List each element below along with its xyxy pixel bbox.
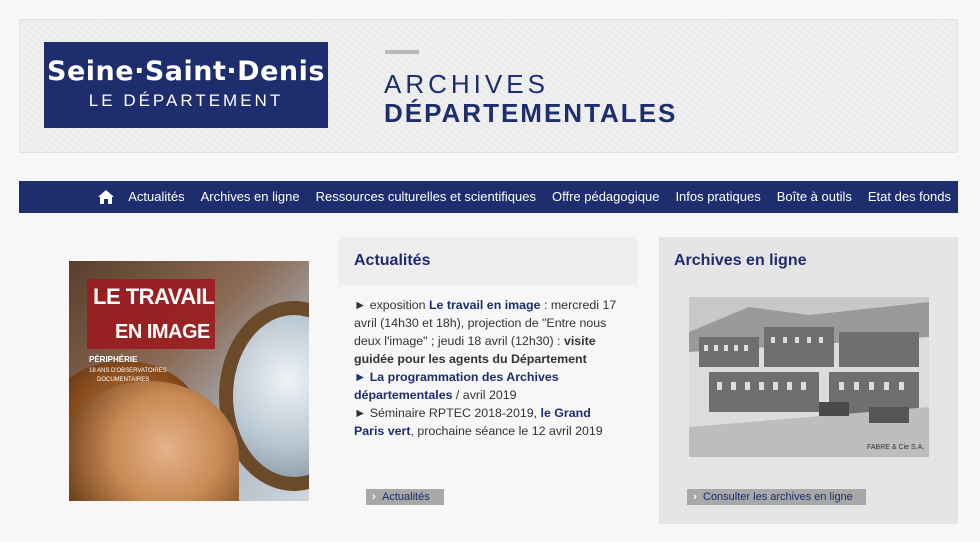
- news-item: ► Séminaire RPTEC 2018-2019, le Grand Pa…: [354, 406, 603, 438]
- nav-item-archives-en-ligne[interactable]: Archives en ligne: [201, 181, 300, 213]
- actualites-header: Actualités: [339, 237, 637, 285]
- actualites-button-label: Actualités: [382, 491, 430, 503]
- nav-item-boite-a-outils[interactable]: Boîte à outils: [777, 181, 852, 213]
- poster-subtitle-line3: DOCUMENTAIRES: [97, 377, 150, 383]
- nav-item-offre-pedagogique[interactable]: Offre pédagogique: [552, 181, 659, 213]
- actualites-button[interactable]: › Actualités: [366, 489, 444, 505]
- poster-title-line2: EN IMAGE: [115, 321, 210, 343]
- chevron-right-icon: ›: [372, 491, 376, 503]
- header-banner: Seine·Saint·Denis LE DÉPARTEMENT ARCHIVE…: [19, 19, 958, 153]
- news-link-marker[interactable]: ►: [354, 370, 366, 384]
- poster-subtitle-line2: 18 ANS D'OBSERVATOIRES: [89, 368, 167, 374]
- nav-item-etat-des-fonds[interactable]: Etat des fonds: [868, 181, 951, 213]
- site-title-line2: DÉPARTEMENTALES: [384, 98, 678, 128]
- archives-en-ligne-heading: Archives en ligne: [674, 252, 807, 269]
- chevron-right-icon: ›: [693, 491, 697, 503]
- actualites-list: ► exposition Le travail en image : mercr…: [354, 296, 622, 440]
- factory-engraving-image[interactable]: FABRE & Cie S.A.: [689, 297, 929, 457]
- poster-subtitle-line1: PÉRIPHÉRIE: [89, 355, 138, 364]
- home-icon[interactable]: [98, 189, 115, 205]
- main-nav: Actualités Archives en ligne Ressources …: [19, 181, 958, 213]
- nav-item-ressources[interactable]: Ressources culturelles et scientifiques: [316, 181, 536, 213]
- exhibition-poster[interactable]: LE TRAVAIL EN IMAGE PÉRIPHÉRIE 18 ANS D'…: [69, 261, 309, 501]
- actualites-heading: Actualités: [354, 252, 431, 269]
- nav-item-actualites[interactable]: Actualités: [128, 181, 184, 213]
- news-item: ► exposition Le travail en image : mercr…: [354, 298, 617, 366]
- consulter-archives-button-label: Consulter les archives en ligne: [703, 491, 853, 503]
- poster-title-line1: LE TRAVAIL: [93, 284, 215, 309]
- engraving-caption: FABRE & Cie S.A.: [867, 444, 924, 451]
- news-item: ► La programmation des Archives départem…: [354, 370, 559, 402]
- logo-sub-text: LE DÉPARTEMENT: [88, 91, 284, 110]
- site-logo[interactable]: Seine·Saint·Denis LE DÉPARTEMENT: [44, 42, 328, 128]
- site-title-line1: ARCHIVES: [384, 69, 549, 99]
- news-link-travail-en-image[interactable]: Le travail en image: [429, 298, 541, 312]
- consulter-archives-button[interactable]: › Consulter les archives en ligne: [687, 489, 866, 505]
- nav-item-infos-pratiques[interactable]: Infos pratiques: [675, 181, 760, 213]
- logo-main-text: Seine·Saint·Denis: [47, 56, 325, 87]
- title-accent-bar: [385, 50, 419, 54]
